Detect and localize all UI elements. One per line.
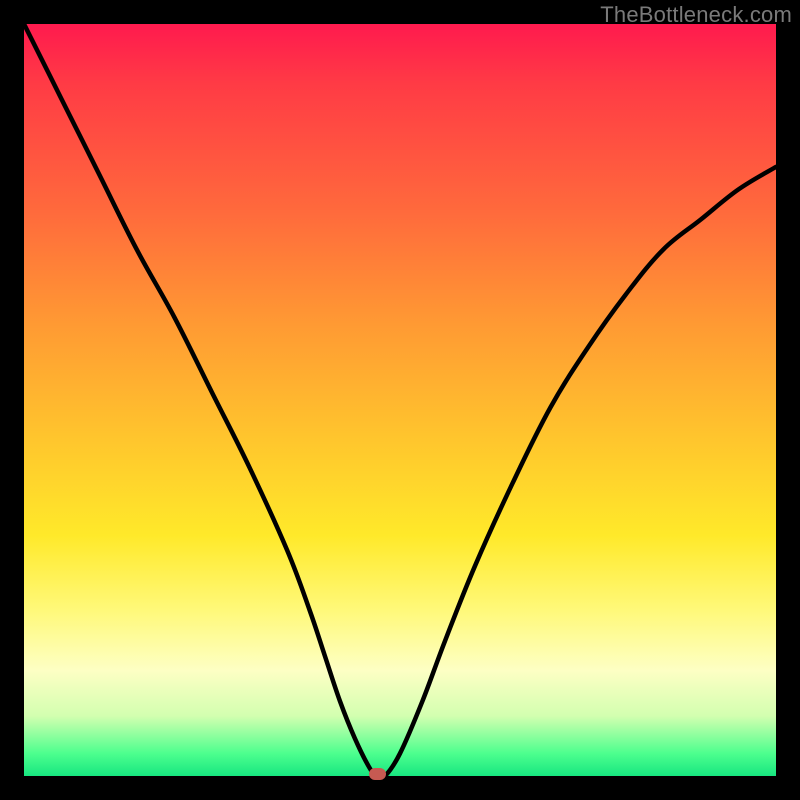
minimum-marker bbox=[369, 768, 386, 780]
chart-frame: TheBottleneck.com bbox=[0, 0, 800, 800]
watermark-text: TheBottleneck.com bbox=[600, 2, 792, 28]
plot-area bbox=[24, 24, 776, 776]
bottleneck-curve bbox=[24, 24, 776, 776]
